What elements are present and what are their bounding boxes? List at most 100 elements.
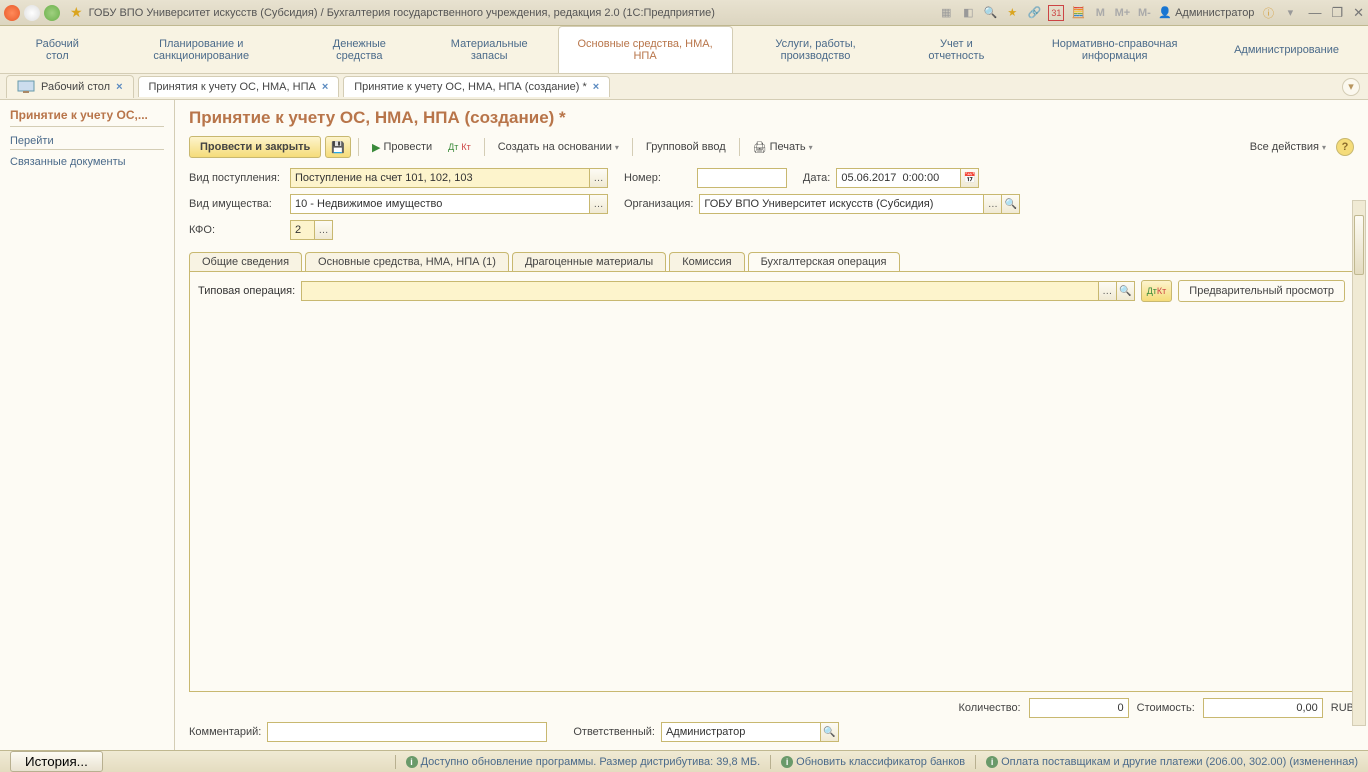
info-icon: i <box>781 756 793 768</box>
print-button[interactable]: 🖨Печать▾ <box>747 138 819 157</box>
m-icon[interactable]: M <box>1092 5 1108 21</box>
status-update-link[interactable]: iДоступно обновление программы. Размер д… <box>406 756 761 768</box>
tab-desktop[interactable]: Рабочий стол × <box>6 75 134 98</box>
kfo-input[interactable] <box>290 220 315 240</box>
toolbar: Провести и закрыть 💾 ▶Провести ДтКт Созд… <box>189 136 1354 158</box>
calendar-icon[interactable]: 31 <box>1048 5 1064 21</box>
link-icon[interactable]: 🔗 <box>1026 5 1042 21</box>
info-icon: i <box>406 756 418 768</box>
tab-label: Принятие к учету ОС, НМА, НПА (создание)… <box>354 81 587 93</box>
dropdown-icon[interactable]: ▾ <box>1282 5 1298 21</box>
ftab-commission[interactable]: Комиссия <box>669 252 744 271</box>
ftab-general[interactable]: Общие сведения <box>189 252 302 271</box>
tab-close-icon[interactable]: × <box>593 81 599 93</box>
resp-input[interactable] <box>661 722 821 742</box>
status-payment-link[interactable]: iОплата поставщикам и другие платежи (20… <box>986 756 1358 768</box>
comment-input[interactable] <box>267 722 547 742</box>
tab-close-icon[interactable]: × <box>116 81 122 93</box>
resp-label: Ответственный: <box>573 726 655 738</box>
tab-close-icon[interactable]: × <box>322 81 328 93</box>
nav-fwd-icon[interactable] <box>44 5 60 21</box>
nav-materials[interactable]: Материальные запасы <box>422 26 558 73</box>
org-input[interactable] <box>699 194 984 214</box>
titlebar: ★ ГОБУ ВПО Университет искусств (Субсиди… <box>0 0 1368 26</box>
date-input[interactable] <box>836 168 961 188</box>
sidebar-title: Принятие к учету ОС,... <box>10 108 164 127</box>
tool-icon-1[interactable]: ▦ <box>938 5 954 21</box>
org-select-button[interactable]: … <box>984 194 1002 214</box>
ftab-precious[interactable]: Драгоценные материалы <box>512 252 666 271</box>
tab-label: Принятия к учету ОС, НМА, НПА <box>149 81 316 93</box>
app-menu-icon[interactable] <box>4 5 20 21</box>
kfo-select-button[interactable]: … <box>315 220 333 240</box>
m-minus-icon[interactable]: M- <box>1136 5 1152 21</box>
minimize-button[interactable]: — <box>1308 5 1321 20</box>
all-actions-button[interactable]: Все действия▾ <box>1244 138 1332 156</box>
favorites-icon[interactable]: ★ <box>70 4 83 21</box>
vid-imush-select-button[interactable]: … <box>590 194 608 214</box>
help-button[interactable]: ? <box>1336 138 1354 156</box>
page-title: Принятие к учету ОС, НМА, НПА (создание)… <box>189 108 1354 128</box>
nav-reference[interactable]: Нормативно-справочная информация <box>1014 26 1216 73</box>
statusbar: История... iДоступно обновление программ… <box>0 750 1368 772</box>
nav-accounting[interactable]: Учет и отчетность <box>899 26 1014 73</box>
search-icon[interactable]: 🔍 <box>982 5 998 21</box>
nav-planning[interactable]: Планирование и санкционирование <box>106 26 298 73</box>
number-input[interactable] <box>697 168 787 188</box>
ftab-assets[interactable]: Основные средства, НМА, НПА (1) <box>305 252 509 271</box>
maximize-button[interactable]: ❐ <box>1331 5 1343 21</box>
m-plus-icon[interactable]: M+ <box>1114 5 1130 21</box>
org-label: Организация: <box>624 198 693 210</box>
document-tabs: Рабочий стол × Принятия к учету ОС, НМА,… <box>0 74 1368 100</box>
typop-open-button[interactable]: 🔍 <box>1117 281 1135 301</box>
vid-post-select-button[interactable]: … <box>590 168 608 188</box>
vertical-scrollbar[interactable] <box>1352 200 1366 726</box>
star-icon[interactable]: ★ <box>1004 5 1020 21</box>
typop-input[interactable] <box>301 281 1099 301</box>
totals-row: Количество: Стоимость: RUB <box>189 698 1354 718</box>
create-based-button[interactable]: Создать на основании▾ <box>492 138 625 156</box>
ftab-accounting-op[interactable]: Бухгалтерская операция <box>748 252 900 271</box>
org-open-button[interactable]: 🔍 <box>1002 194 1020 214</box>
desktop-icon <box>17 80 35 94</box>
tabs-dropdown[interactable]: ▾ <box>1342 78 1360 96</box>
sidebar-link-related[interactable]: Связанные документы <box>10 154 164 170</box>
content-area: Принятие к учету ОС, НМА, НПА (создание)… <box>175 100 1368 750</box>
nav-fixed-assets[interactable]: Основные средства, НМА, НПА <box>558 26 733 73</box>
post-button[interactable]: ▶Провести <box>366 138 438 157</box>
nav-services[interactable]: Услуги, работы, производство <box>733 26 900 73</box>
save-button[interactable]: 💾 <box>325 136 351 158</box>
date-picker-button[interactable]: 📅 <box>961 168 979 188</box>
nav-desktop[interactable]: Рабочий стол <box>10 26 106 73</box>
qty-label: Количество: <box>958 702 1020 714</box>
dtkt-preview-icon[interactable]: ДтКт <box>1141 280 1173 302</box>
cost-value <box>1203 698 1323 718</box>
status-bank-link[interactable]: iОбновить классификатор банков <box>781 756 965 768</box>
vid-post-input[interactable] <box>290 168 590 188</box>
preview-button[interactable]: Предварительный просмотр <box>1178 280 1345 302</box>
tab-list[interactable]: Принятия к учету ОС, НМА, НПА × <box>138 76 340 97</box>
group-input-button[interactable]: Групповой ввод <box>640 138 732 156</box>
vid-imush-input[interactable] <box>290 194 590 214</box>
sidebar-section-goto: Перейти <box>10 135 164 150</box>
calc-icon[interactable]: 🧮 <box>1070 5 1086 21</box>
nav-back-icon[interactable] <box>24 5 40 21</box>
tool-icon-2[interactable]: ◧ <box>960 5 976 21</box>
number-label: Номер: <box>624 172 661 184</box>
history-button[interactable]: История... <box>10 751 103 772</box>
cost-label: Стоимость: <box>1137 702 1195 714</box>
dtkt-button[interactable]: ДтКт <box>442 139 477 155</box>
nav-admin[interactable]: Администрирование <box>1216 26 1358 73</box>
user-label[interactable]: 👤Администратор <box>1158 6 1254 19</box>
kfo-label: КФО: <box>189 224 284 236</box>
typop-select-button[interactable]: … <box>1099 281 1117 301</box>
vid-imush-label: Вид имущества: <box>189 198 284 210</box>
close-button[interactable]: ✕ <box>1353 5 1364 21</box>
tab-document[interactable]: Принятие к учету ОС, НМА, НПА (создание)… <box>343 76 610 97</box>
info-icon[interactable]: ⓘ <box>1260 5 1276 21</box>
post-and-close-button[interactable]: Провести и закрыть <box>189 136 321 158</box>
form-panel: Типовая операция: … 🔍 ДтКт Предварительн… <box>189 271 1354 692</box>
nav-cash[interactable]: Денежные средства <box>298 26 422 73</box>
resp-open-button[interactable]: 🔍 <box>821 722 839 742</box>
comment-row: Комментарий: Ответственный: 🔍 <box>189 722 1354 742</box>
